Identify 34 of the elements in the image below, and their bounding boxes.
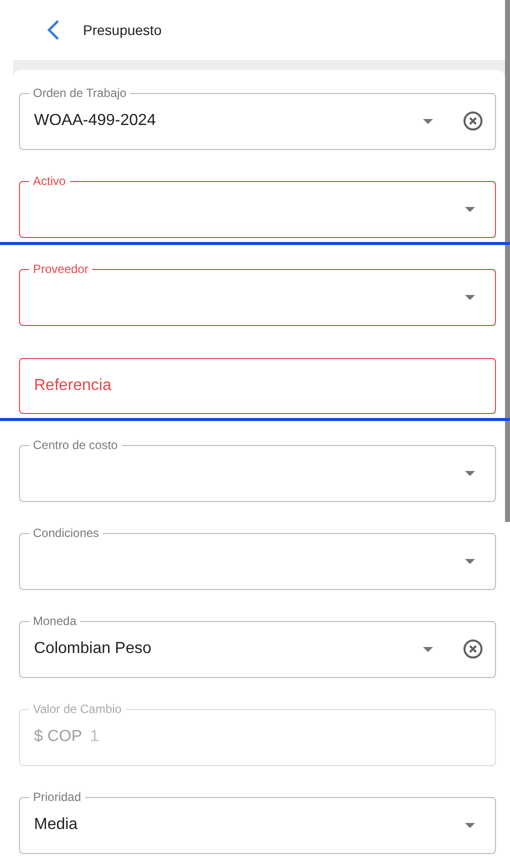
field-label: Prioridad bbox=[32, 789, 82, 805]
scrollbar[interactable] bbox=[505, 0, 510, 522]
field-label: Moneda bbox=[32, 613, 78, 629]
select-field[interactable]: Moneda Colombian Peso bbox=[19, 613, 496, 678]
field-value: 1 bbox=[90, 728, 100, 746]
dropdown-caret-icon[interactable] bbox=[465, 822, 475, 828]
field-label: Proveedor bbox=[32, 261, 90, 277]
select-field[interactable]: Centro de costo bbox=[19, 437, 496, 502]
select-field[interactable]: Proveedor bbox=[19, 261, 496, 326]
clear-icon[interactable] bbox=[463, 111, 483, 131]
field-label: Activo bbox=[32, 173, 67, 189]
select-field[interactable]: Activo bbox=[19, 173, 496, 238]
field-label: Centro de costo bbox=[32, 437, 119, 453]
chevron-left-icon bbox=[46, 19, 60, 41]
field-label: Condiciones bbox=[32, 525, 100, 541]
field-label: Valor de Cambio bbox=[32, 701, 122, 717]
select-field[interactable]: Condiciones bbox=[19, 525, 496, 590]
selected-value: WOAA-499-2024 bbox=[34, 112, 157, 130]
dropdown-caret-icon[interactable] bbox=[465, 470, 475, 476]
field-placeholder: Referencia bbox=[34, 377, 112, 395]
dropdown-caret-icon[interactable] bbox=[465, 558, 475, 564]
input-field[interactable]: Referencia bbox=[19, 358, 496, 414]
page-title: Presupuesto bbox=[83, 22, 162, 38]
currency-prefix: $ COP bbox=[34, 728, 82, 746]
selected-value: Media bbox=[34, 816, 79, 834]
field-label: Orden de Trabajo bbox=[32, 85, 128, 101]
select-field[interactable]: Orden de Trabajo WOAA-499-2024 bbox=[19, 85, 496, 150]
dropdown-caret-icon[interactable] bbox=[465, 206, 475, 212]
dropdown-caret-icon[interactable] bbox=[423, 118, 433, 124]
selected-value: Colombian Peso bbox=[34, 640, 152, 658]
dropdown-caret-icon[interactable] bbox=[465, 294, 475, 300]
clear-icon[interactable] bbox=[463, 639, 483, 659]
select-field[interactable]: Prioridad Media bbox=[19, 789, 496, 854]
dropdown-caret-icon[interactable] bbox=[423, 646, 433, 652]
